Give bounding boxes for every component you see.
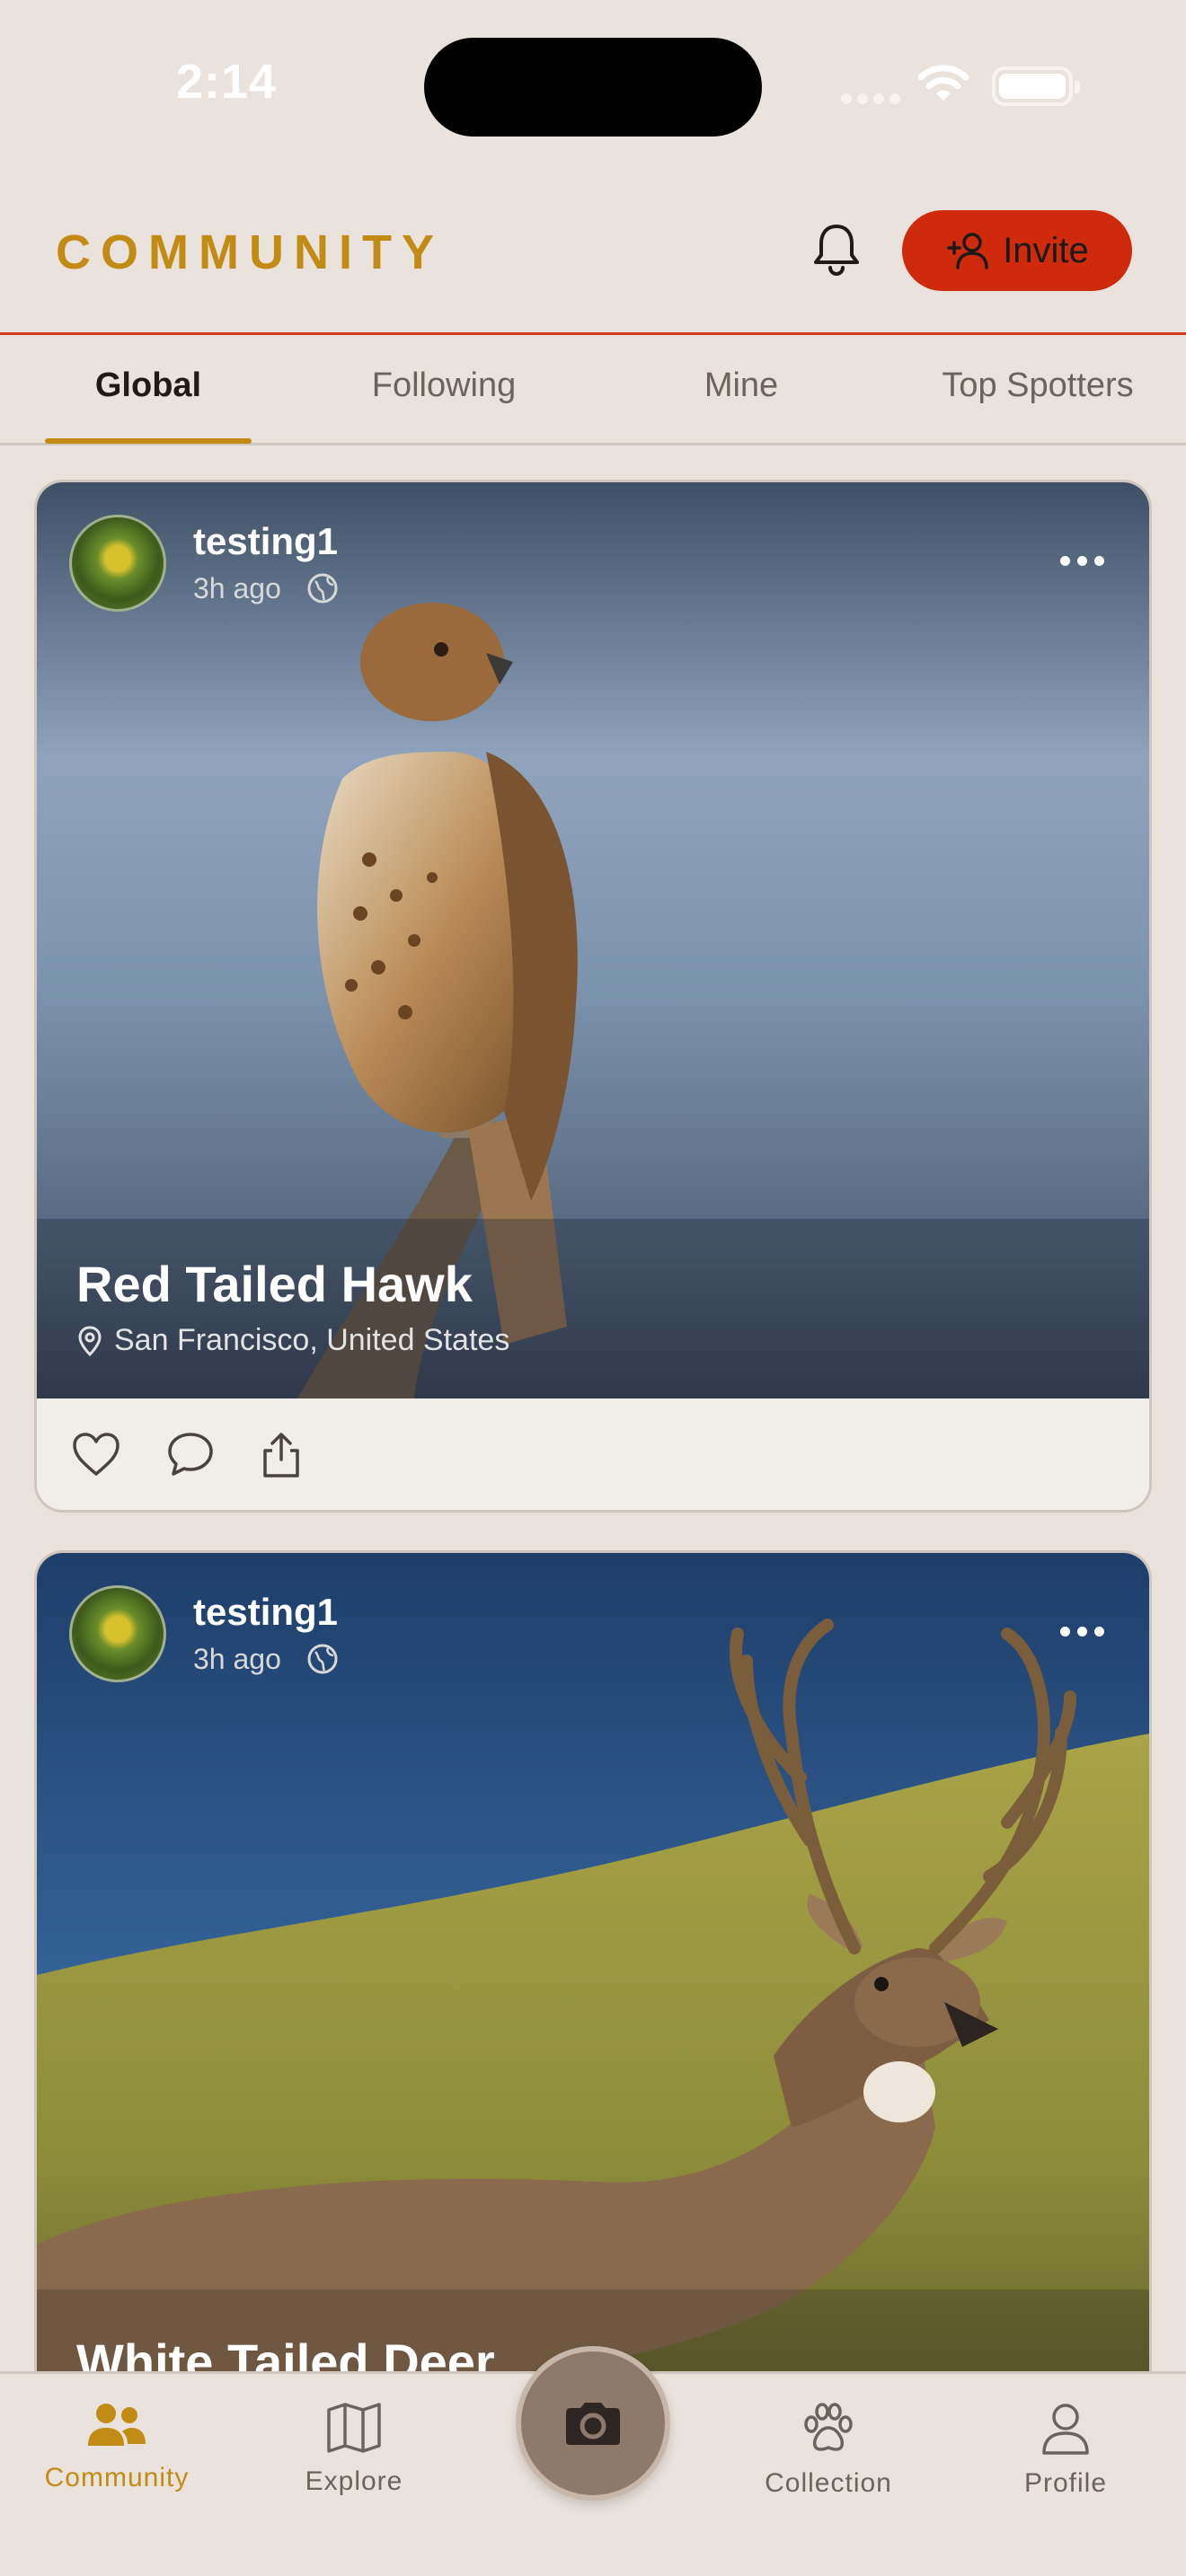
map-icon [327,2403,381,2453]
post-username[interactable]: testing1 [193,520,338,563]
avatar[interactable] [69,1585,166,1682]
active-tab-indicator [45,438,252,444]
location-pin-icon [78,1325,102,1356]
post-photo[interactable]: testing1 3h ago Red Tailed Hawk San Fran… [37,482,1149,1398]
tab-mine[interactable]: Mine [683,366,800,405]
app-header: COMMUNITY Invite [0,171,1186,335]
tab-following[interactable]: Following [354,366,534,405]
tabbar-item-explore[interactable]: Explore [264,2401,444,2497]
dynamic-island [424,38,762,137]
page-title: COMMUNITY [56,225,444,279]
post-username[interactable]: testing1 [193,1591,338,1634]
location-text: San Francisco, United States [114,1323,510,1357]
tabbar-label: Profile [1023,2468,1108,2498]
cellular-signal-icon [841,93,900,104]
people-icon [88,2404,146,2446]
tabbar-item-community[interactable]: Community [27,2401,207,2493]
tabbar-label: Collection [765,2468,892,2498]
invite-button[interactable]: Invite [902,210,1132,291]
like-heart-icon[interactable] [71,1431,121,1478]
species-name: Red Tailed Hawk [76,1256,473,1312]
tabbar-item-collection[interactable]: Collection [739,2401,918,2499]
tabbar-label: Community [44,2463,190,2492]
comment-icon[interactable] [166,1431,215,1478]
person-icon [1042,2404,1089,2455]
post-location: San Francisco, United States [78,1323,509,1358]
feed-tabs: Global Following Mine Top Spotters [0,334,1186,446]
camera-icon [566,2403,620,2445]
community-screen: 2:14 COMMUNITY Invite Global Following M… [0,0,1186,2576]
post-time: 3h ago [193,1643,281,1675]
camera-button[interactable] [516,2346,670,2501]
tab-top-spotters[interactable]: Top Spotters [925,366,1150,405]
post-photo[interactable]: testing1 3h ago White Tailed Deer [37,1553,1149,2446]
tabbar-label: Explore [305,2466,403,2496]
tab-global[interactable]: Global [56,366,241,405]
more-options-icon[interactable] [1060,556,1104,566]
post-card[interactable]: testing1 3h ago White Tailed Deer [34,1550,1152,2448]
more-options-icon[interactable] [1060,1627,1104,1636]
paw-icon [804,2403,853,2451]
status-time: 2:14 [176,55,278,109]
battery-icon [992,66,1080,106]
post-time: 3h ago [193,572,281,604]
status-bar: 2:14 [0,0,1186,171]
avatar[interactable] [69,515,166,612]
globe-icon [307,573,338,604]
share-icon[interactable] [261,1431,301,1479]
wifi-icon [917,65,969,101]
post-card[interactable]: testing1 3h ago Red Tailed Hawk San Fran… [34,480,1152,1513]
invite-label: Invite [1003,230,1089,270]
tabbar-item-profile[interactable]: Profile [976,2401,1155,2499]
add-user-icon [947,233,988,269]
post-actions [37,1398,1149,1510]
notifications-bell-icon[interactable] [805,217,868,280]
globe-icon [307,1644,338,1674]
deer-photo [37,1553,1149,2446]
